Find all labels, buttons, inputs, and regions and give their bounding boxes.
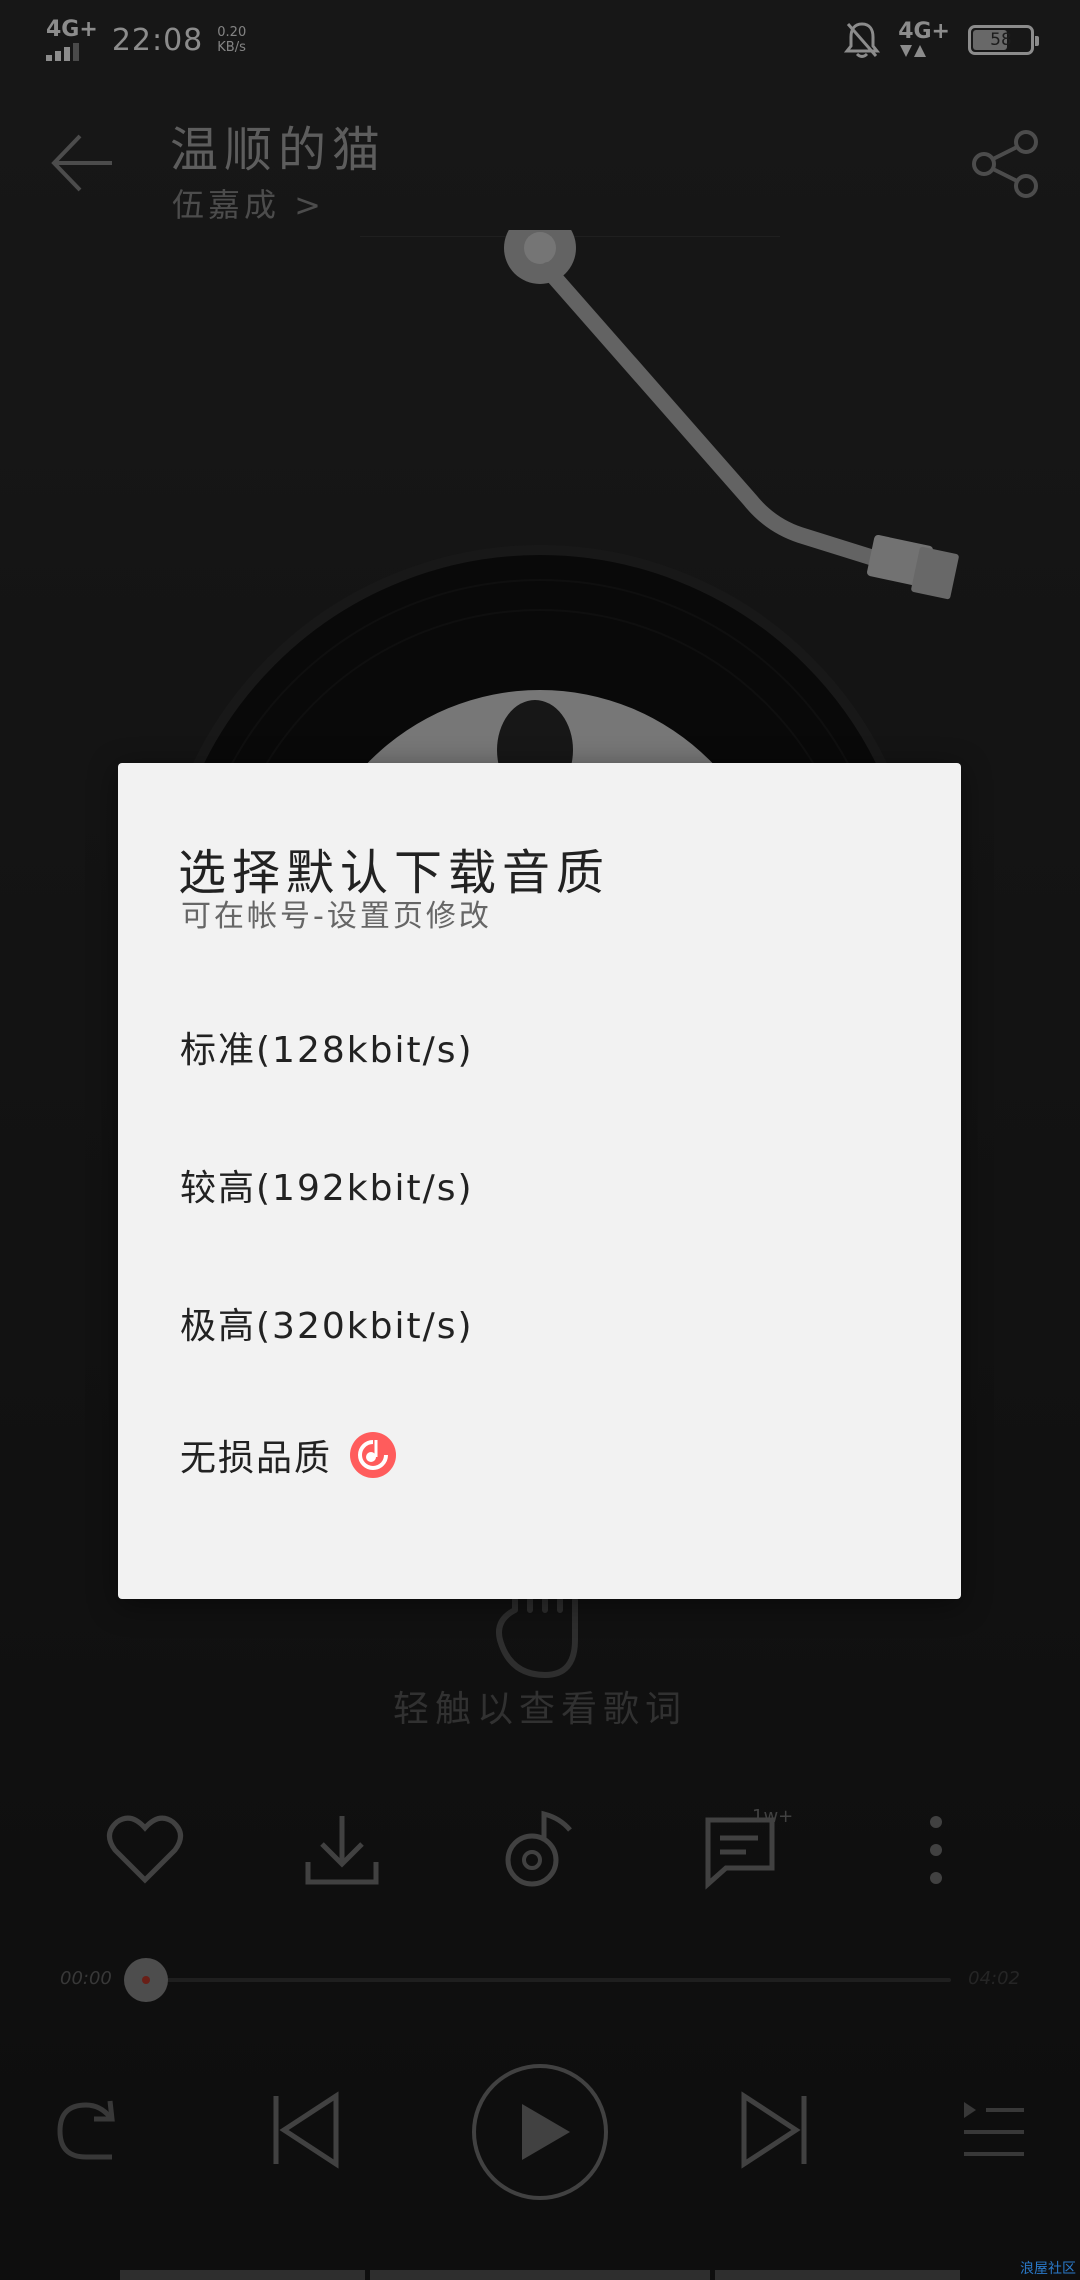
option-high[interactable]: 较高(192kbit/s)	[118, 1125, 961, 1245]
option-label: 标准(128kbit/s)	[180, 1030, 474, 1071]
player-screen: 4G+ 22:08 0.20 KB/s 4G+ 58 温顺的猫 伍嘉成 > 轻触…	[0, 0, 1080, 2280]
quality-dialog: 选择默认下载音质 可在帐号-设置页修改 标准(128kbit/s) 较高(192…	[118, 763, 961, 1599]
dialog-subtitle: 可在帐号-设置页修改	[181, 899, 492, 934]
vip-music-note-icon	[350, 1432, 397, 1478]
option-lossless[interactable]: 无损品质	[118, 1395, 961, 1515]
option-standard[interactable]: 标准(128kbit/s)	[118, 987, 961, 1107]
watermark: 浪屋社区	[1020, 2261, 1076, 2277]
option-label: 较高(192kbit/s)	[180, 1168, 474, 1209]
option-very-high[interactable]: 极高(320kbit/s)	[118, 1263, 961, 1383]
option-label: 无损品质	[180, 1438, 333, 1479]
option-label: 极高(320kbit/s)	[180, 1306, 474, 1347]
